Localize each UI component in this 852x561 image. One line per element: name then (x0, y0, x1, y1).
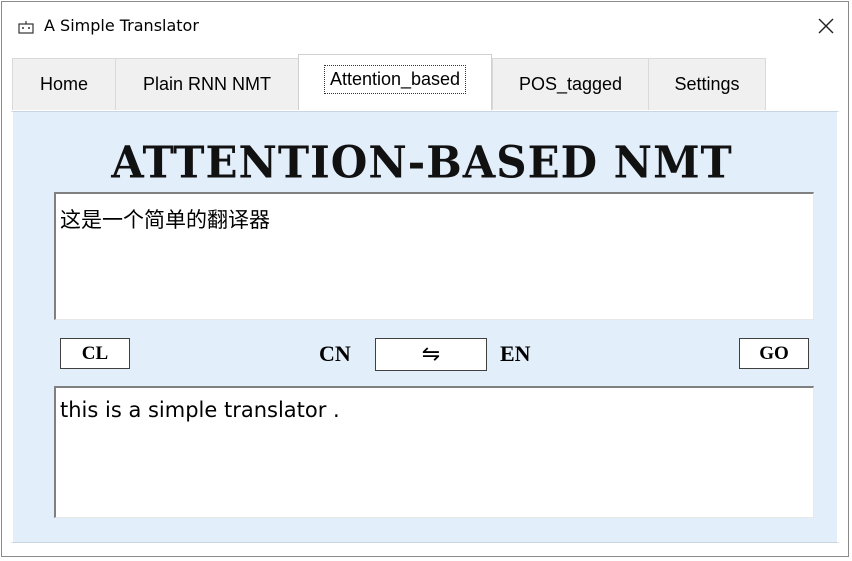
close-icon[interactable] (814, 14, 838, 38)
tab-label: Home (39, 74, 88, 94)
tab-home[interactable]: Home (12, 58, 116, 110)
target-language-label: EN (500, 341, 531, 366)
tab-settings[interactable]: Settings (648, 58, 766, 110)
page-title: ATTENTION-BASED NMT (111, 136, 733, 189)
source-language-label: CN (319, 341, 351, 366)
translation-output[interactable]: this is a simple translator . (54, 386, 814, 518)
app-window: A Simple Translator Home Plain RNN NMT A… (1, 1, 849, 557)
clear-button[interactable]: CL (60, 338, 130, 369)
tab-attention-based[interactable]: Attention_based (298, 54, 492, 110)
source-text-input[interactable]: 这是一个简单的翻译器 (54, 192, 814, 320)
swap-arrows-icon: ⇋ (421, 342, 441, 367)
tab-label: Plain RNN NMT (142, 74, 271, 94)
tab-label: Settings (674, 74, 740, 94)
swap-languages-button[interactable]: ⇋ (375, 338, 487, 371)
tab-label: POS_tagged (518, 74, 623, 94)
tab-plain-rnn-nmt[interactable]: Plain RNN NMT (115, 58, 299, 110)
title-bar: A Simple Translator (2, 2, 848, 54)
translator-panel: ATTENTION-BASED NMT 这是一个简单的翻译器 CL CN ⇋ E… (10, 111, 840, 543)
window-title: A Simple Translator (44, 16, 199, 35)
tab-pos-tagged[interactable]: POS_tagged (492, 58, 649, 110)
tab-label: Attention_based (323, 65, 467, 94)
go-button[interactable]: GO (739, 338, 809, 369)
robot-icon (18, 21, 34, 34)
